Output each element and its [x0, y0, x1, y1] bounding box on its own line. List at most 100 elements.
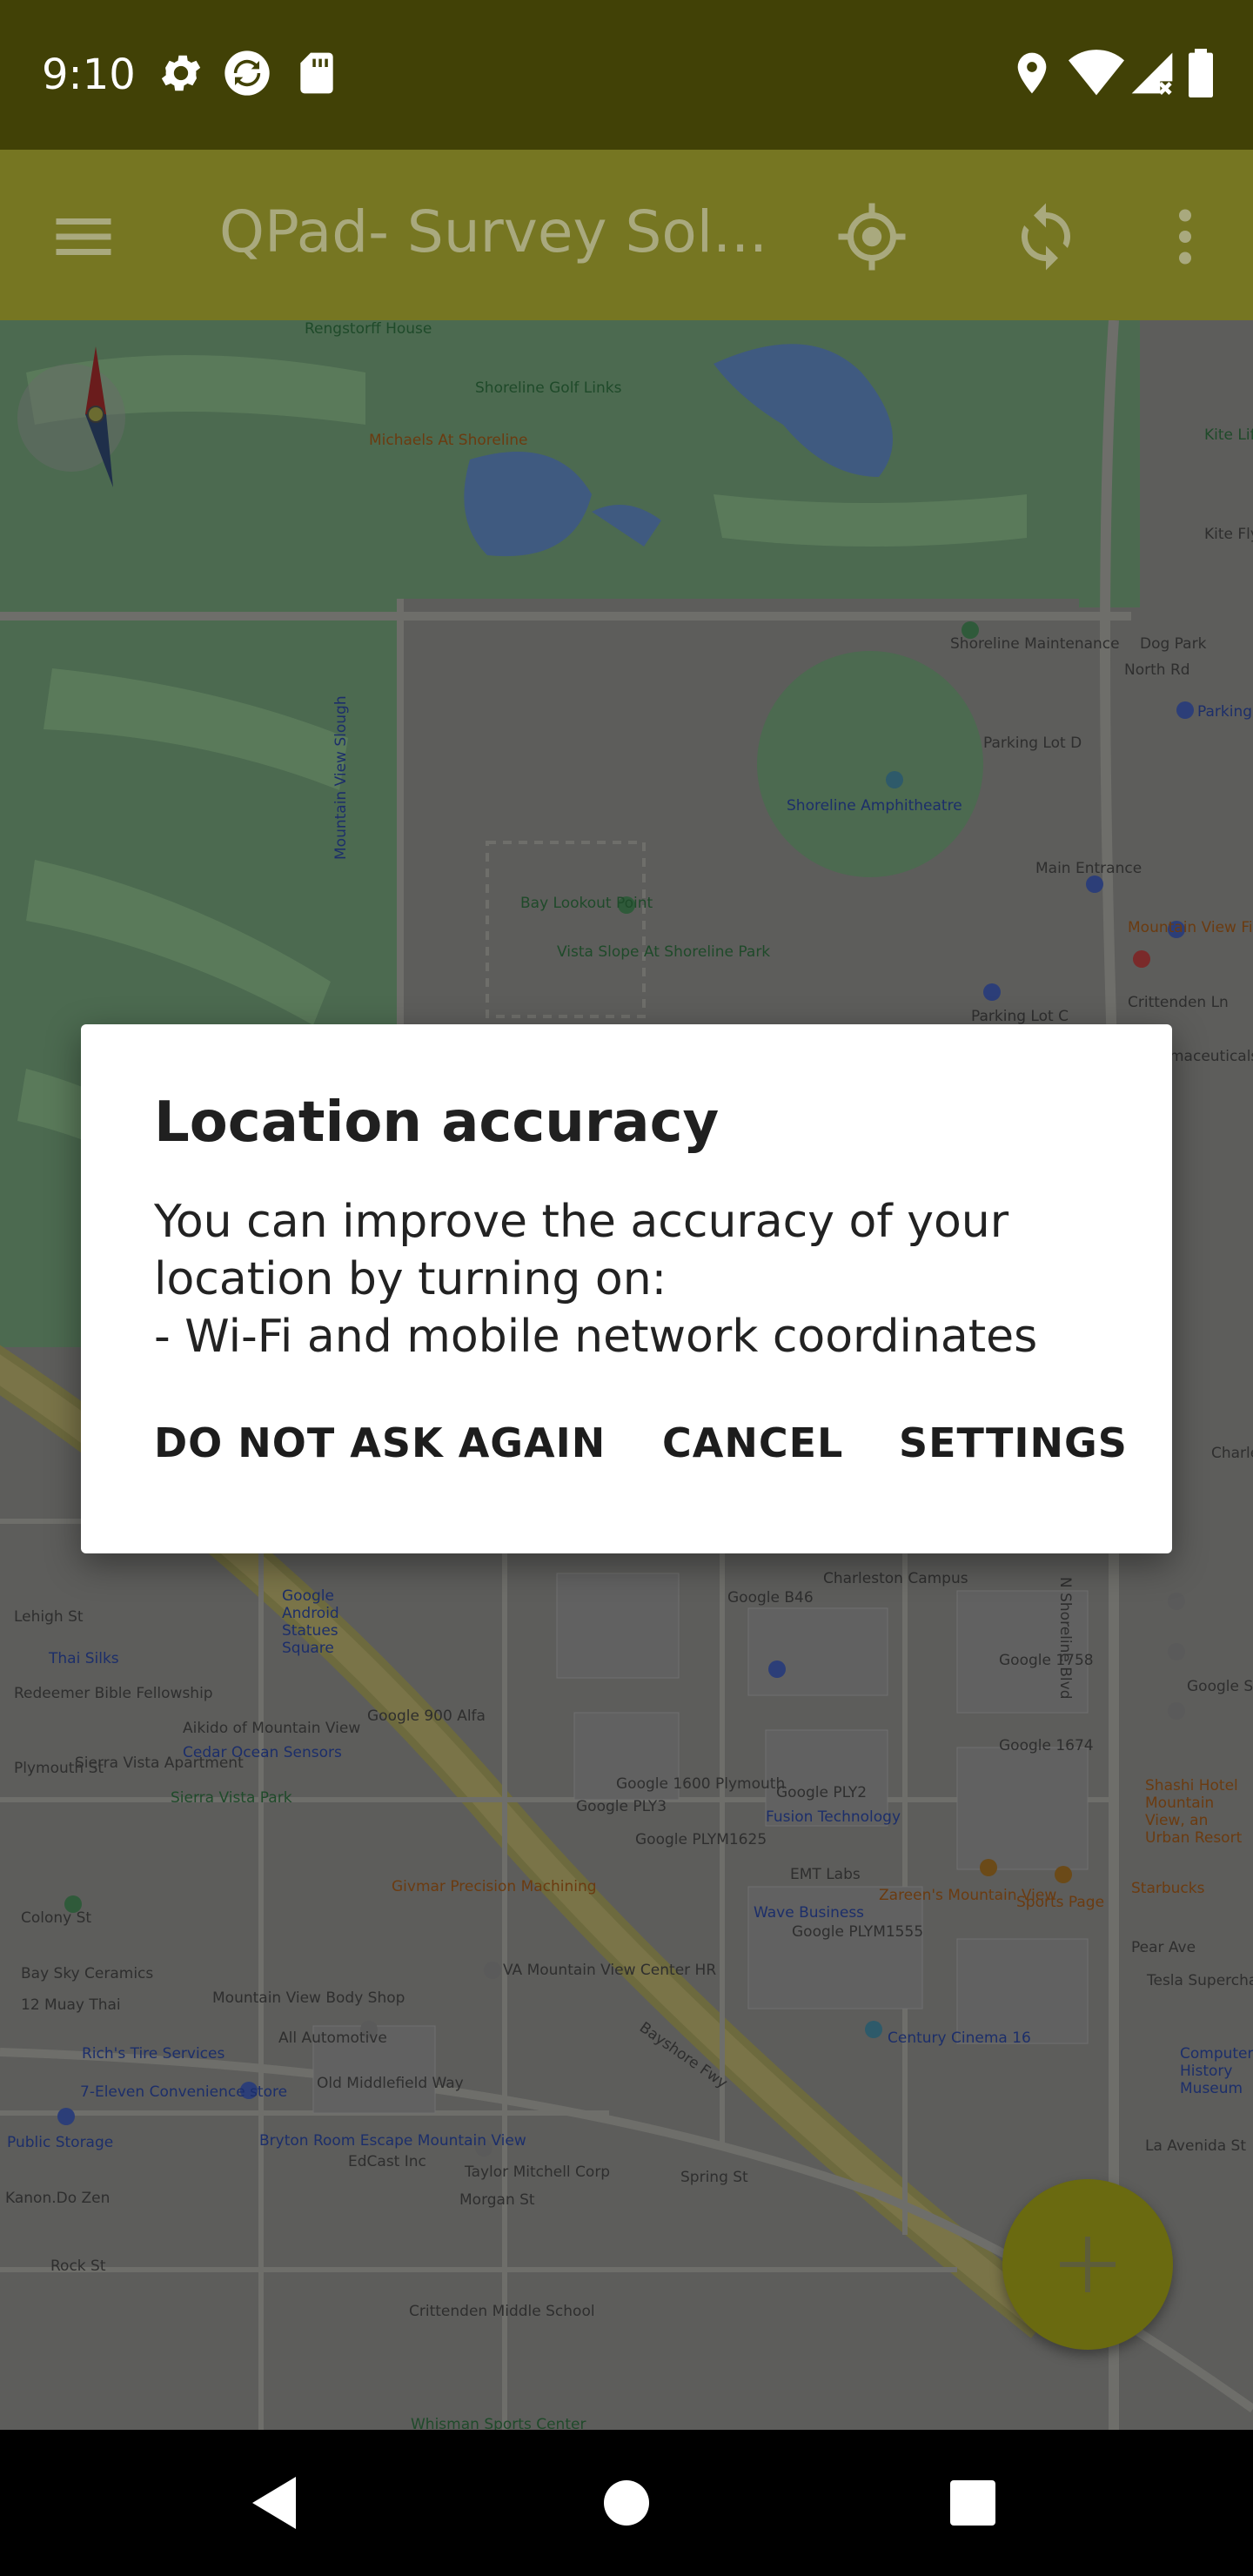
map-label: Google Android Statues Square [282, 1587, 339, 1657]
map-label: Rengstorff House [305, 320, 432, 338]
map-label: Redeemer Bible Fellowship [14, 1685, 213, 1702]
map-label: Charle [1211, 1445, 1253, 1462]
location-icon [1008, 49, 1056, 97]
map-label: All Automotive [278, 2029, 387, 2047]
map-label: Shoreline Golf Links [475, 379, 622, 397]
sync-icon [223, 49, 271, 97]
map-label: Bryton Room Escape Mountain View [259, 2132, 526, 2150]
map-label: Charleston Campus [823, 1570, 968, 1587]
status-time: 9:10 [42, 50, 136, 99]
map-label: Parking Lot C [971, 1008, 1069, 1025]
map-label: Colony St [21, 1909, 92, 1927]
more-vertical-icon[interactable] [1149, 200, 1222, 273]
cancel-button[interactable]: CANCEL [662, 1412, 843, 1473]
map-label: Sierra Vista Park [171, 1789, 292, 1807]
map-label: Thai Silks [49, 1650, 119, 1667]
sd-card-icon [292, 49, 341, 97]
map-label: Givmar Precision Machining [392, 1878, 597, 1895]
map-label: Aikido of Mountain View [183, 1720, 361, 1737]
dialog-message-line: location by turning on: [154, 1253, 667, 1305]
back-icon[interactable] [235, 2459, 322, 2546]
map-label: La Avenida St [1145, 2137, 1247, 2155]
map-label: Google 1674 [999, 1737, 1094, 1754]
map-label: Google PLYM1625 [635, 1831, 767, 1848]
map-label: Google B46 [727, 1589, 814, 1607]
map-label: Computer History Museum [1180, 2045, 1253, 2097]
map-label: Sports Page [1016, 1894, 1105, 1911]
app-title: QPad- Survey Sol... [219, 198, 768, 265]
map-label: Lehigh St [14, 1608, 84, 1626]
map-label: EMT Labs [790, 1866, 861, 1883]
signal-icon [1128, 49, 1176, 97]
map-label: Google PLYM1555 [792, 1923, 924, 1941]
map-label: 7-Eleven Convenience store [80, 2083, 288, 2101]
compass-icon[interactable] [17, 338, 139, 494]
map-label: Morgan St [459, 2191, 535, 2209]
map-label: Mountain View Body Shop [212, 1989, 405, 2007]
map-label: maceuticals [1169, 1048, 1253, 1065]
map-label: Crittenden Middle School [409, 2303, 595, 2320]
dialog-message-line: - Wi-Fi and mobile network coordinates [154, 1311, 1038, 1363]
map-label: N Shoreline Blvd [1056, 1577, 1074, 1700]
map-label: Google PLY2 [776, 1784, 868, 1801]
map-label: Michaels At Shoreline [369, 432, 528, 449]
dialog-message-line: You can improve the accuracy of your [154, 1196, 1009, 1248]
map-label: Spring St [680, 2169, 748, 2186]
map-label: Taylor Mitchell Corp [465, 2163, 611, 2181]
recents-icon[interactable] [929, 2459, 1016, 2546]
map-label: North Rd [1124, 661, 1190, 679]
map-label: Shoreline Amphitheatre [787, 797, 962, 815]
map-label: 12 Muay Thai [21, 1996, 121, 2014]
map-label: Parking Lo [1197, 703, 1253, 721]
map-label: Kite Lif [1204, 426, 1253, 444]
map-label: Tesla Supercharger [1147, 1972, 1253, 1989]
map-label: Kanon.Do Zen [5, 2190, 111, 2207]
map-label: Parking Lot D [983, 735, 1082, 752]
map-label: Wave Business [754, 1904, 865, 1922]
map-label: Mountain View Fire Station No. 5 [1128, 919, 1253, 936]
map-label: Old Middlefield Way [317, 2075, 464, 2092]
settings-button[interactable]: SETTINGS [899, 1412, 1128, 1473]
map-label: Rock St [50, 2257, 106, 2275]
map-label: Vista Slope At Shoreline Park [557, 943, 771, 961]
navigation-bar [0, 2430, 1253, 2576]
map-label: Crittenden Ln [1128, 994, 1229, 1011]
map-label: Public Storage [7, 2134, 114, 2151]
add-button[interactable] [1002, 2179, 1173, 2350]
map-label: Whisman Sports Center [411, 2416, 586, 2430]
do-not-ask-again-button[interactable]: DO NOT ASK AGAIN [154, 1412, 606, 1473]
location-accuracy-dialog: Location accuracy You can improve the ac… [81, 1024, 1172, 1553]
map-label: Shoreline Maintenance [950, 635, 1120, 653]
status-bar: 9:10 [0, 0, 1253, 150]
map-label: Google 900 Alfa [367, 1707, 486, 1725]
map-label: Bay Sky Ceramics [21, 1965, 154, 1982]
settings-icon [157, 49, 205, 97]
map-label: Google SB93 [1187, 1678, 1253, 1695]
map-label: Shashi Hotel Mountain View, an Urban Res… [1145, 1777, 1243, 1847]
map-label: EdCast Inc [348, 2153, 426, 2170]
map-label: VA Mountain View Center HR [503, 1962, 717, 1979]
map-label: Kite Fly [1204, 526, 1253, 543]
dialog-title: Location accuracy [154, 1090, 720, 1155]
map-label: Century Cinema 16 [888, 2029, 1031, 2047]
home-icon[interactable] [583, 2459, 670, 2546]
refresh-icon[interactable] [1009, 200, 1082, 273]
map-label: Rich's Tire Services [82, 2045, 225, 2063]
gps-target-icon[interactable] [835, 200, 908, 273]
map-label: Mountain View Slough [332, 695, 350, 860]
map-label: Starbucks [1131, 1880, 1205, 1897]
app-bar: QPad- Survey Sol... [0, 150, 1253, 320]
dialog-message: You can improve the accuracy of your loc… [154, 1193, 1129, 1365]
map-label: Plymouth St [14, 1760, 104, 1777]
map-label: Google 1758 [999, 1652, 1094, 1669]
battery-icon [1183, 49, 1218, 97]
map-label: Pear Ave [1131, 1939, 1196, 1956]
map-label: Google 1600 Plymouth [616, 1775, 786, 1793]
plus-icon [1002, 2179, 1173, 2350]
map-label: Main Entrance [1035, 860, 1142, 877]
map-label: Dog Park [1140, 635, 1207, 653]
wifi-icon [1069, 49, 1124, 97]
map-label: Fusion Technology [766, 1808, 901, 1826]
menu-icon[interactable] [47, 200, 120, 273]
map-label: Google PLY3 [576, 1798, 667, 1815]
